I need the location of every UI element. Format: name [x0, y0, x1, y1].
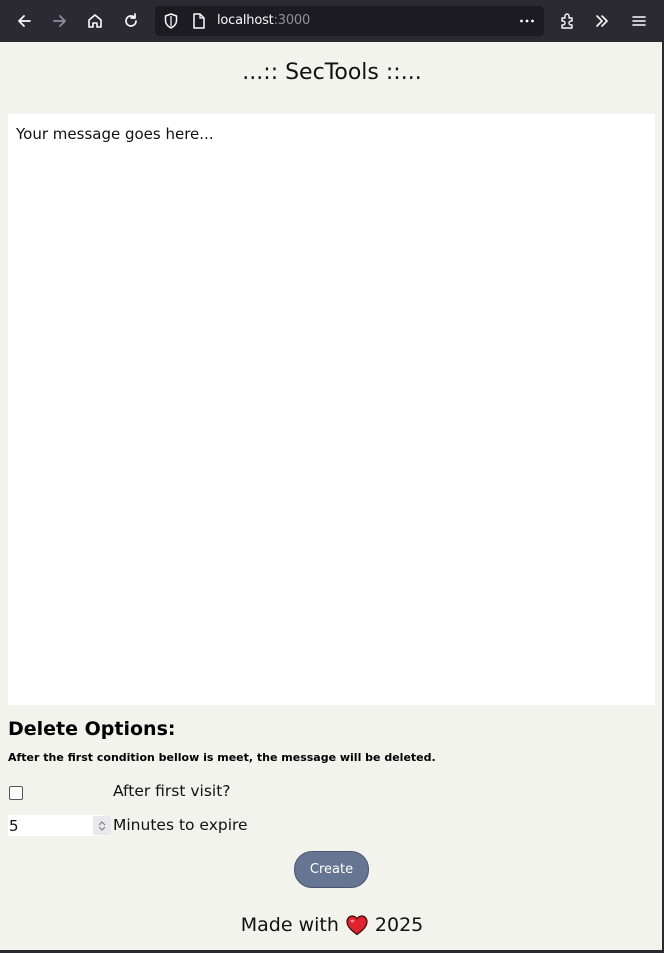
delete-options-note: After the first condition bellow is meet… — [8, 751, 436, 764]
url-host: localhost — [217, 13, 274, 28]
stepper-arrows[interactable] — [93, 816, 111, 835]
delete-options-heading: Delete Options: — [8, 718, 176, 740]
forward-icon — [53, 15, 66, 27]
url-bar[interactable]: localhost:3000 — [155, 6, 544, 36]
create-button[interactable]: Create — [294, 851, 369, 888]
back-button[interactable] — [9, 6, 39, 36]
chevron-down-icon[interactable] — [98, 826, 106, 832]
menu-icon — [632, 16, 646, 26]
page-icon[interactable] — [190, 12, 208, 30]
extensions-icon — [561, 13, 573, 29]
shield-icon[interactable] — [162, 12, 180, 30]
first-visit-label[interactable]: After first visit? — [113, 782, 231, 800]
overflow-icon — [596, 15, 608, 27]
overflow-button[interactable] — [587, 6, 617, 36]
footer-prefix: Made with — [240, 914, 339, 936]
page-title: ...:: SecTools ::... — [242, 60, 422, 85]
footer: Made with 2025 — [0, 914, 664, 936]
back-icon — [18, 15, 31, 27]
more-icon[interactable] — [518, 12, 536, 30]
minutes-input[interactable] — [8, 815, 86, 836]
extensions-button[interactable] — [552, 6, 582, 36]
url-text[interactable]: localhost:3000 — [217, 13, 310, 28]
forward-button[interactable] — [45, 6, 75, 36]
url-port: :3000 — [273, 13, 311, 28]
footer-year: 2025 — [374, 914, 424, 936]
home-icon — [88, 14, 102, 28]
home-button[interactable] — [80, 6, 110, 36]
minutes-label: Minutes to expire — [113, 816, 248, 834]
message-textarea[interactable] — [8, 114, 655, 705]
minutes-stepper[interactable] — [8, 815, 111, 836]
reload-icon — [125, 13, 137, 27]
first-visit-checkbox[interactable] — [9, 786, 23, 800]
heart-icon — [346, 915, 368, 936]
reload-button[interactable] — [116, 6, 146, 36]
menu-button[interactable] — [624, 6, 654, 36]
browser-toolbar: localhost:3000 — [0, 0, 664, 42]
